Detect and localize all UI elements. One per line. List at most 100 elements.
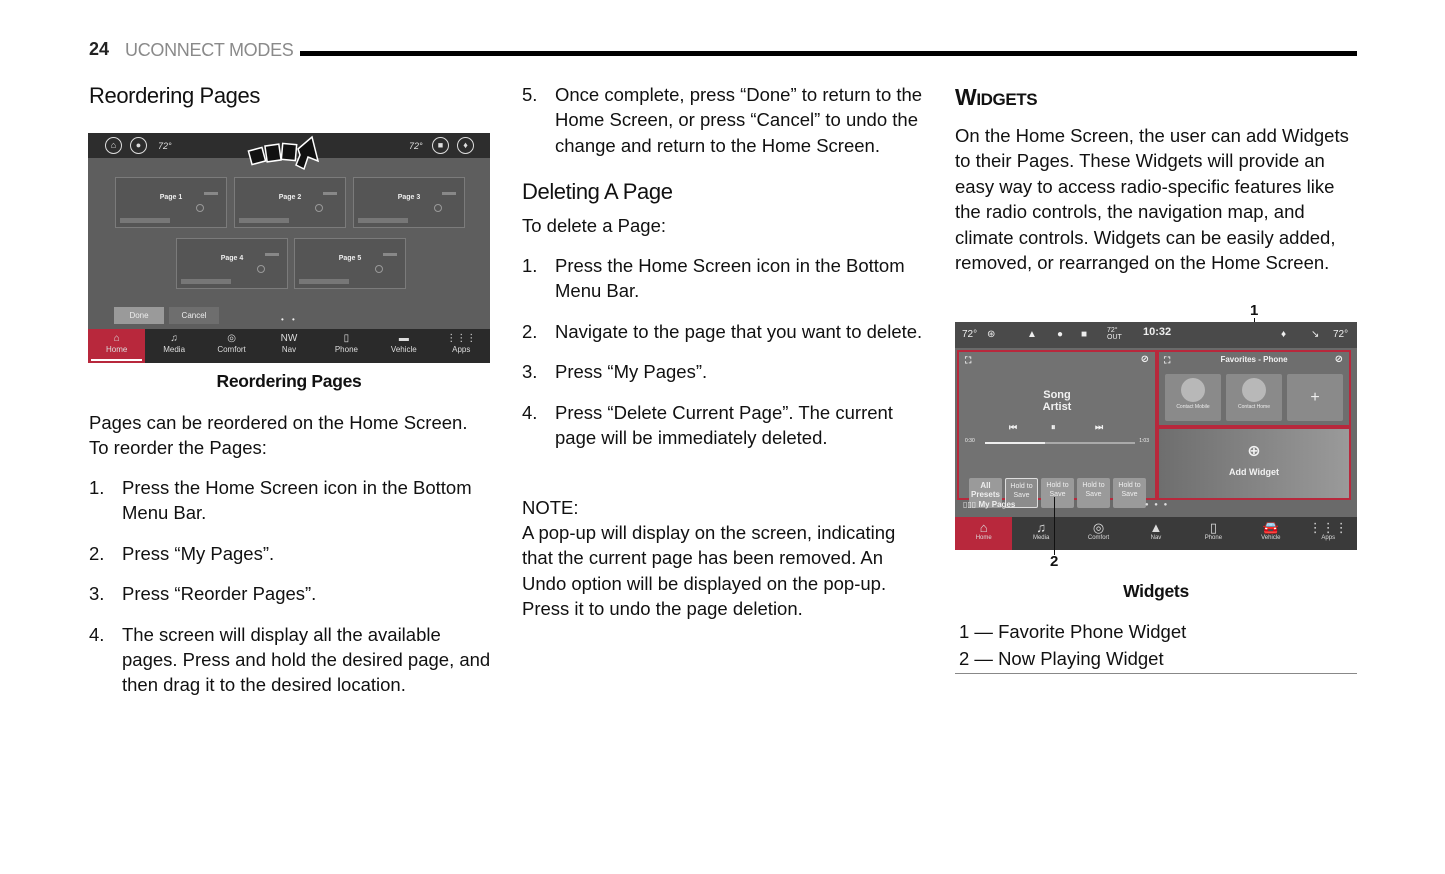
list-item: 1. Press the Home Screen icon in the Bott… xyxy=(89,477,472,524)
list-item: 4. The screen will display all the availa… xyxy=(89,623,491,696)
contact-tile[interactable]: Contact Home xyxy=(1226,374,1282,421)
note-text: A pop-up will display on the screen, ind… xyxy=(522,522,896,620)
temp-left: 72° xyxy=(158,141,172,151)
outside-temp: 72° OUT xyxy=(1107,327,1122,341)
nav-comfort[interactable]: ◎ Comfort xyxy=(203,329,260,363)
artist-name: Artist xyxy=(1042,401,1072,413)
nav-apps[interactable]: ⋮⋮⋮ Apps xyxy=(433,329,490,363)
reorder-intro: Pages can be reordered on the Home Scree… xyxy=(89,412,468,459)
legend-rule xyxy=(955,673,1357,674)
person-icon: ▲ xyxy=(1027,329,1037,340)
nav-media[interactable]: ♫ Media xyxy=(1012,517,1069,550)
navigation-arrow-icon: ▲ xyxy=(1149,520,1163,535)
home-icon: ⌂ xyxy=(113,333,120,344)
reordering-pages-screenshot: ⌂ ● 72° 72° ■ ♦ Page 1 Page 2 Page 3 Pag… xyxy=(88,133,490,363)
list-item: 5. Once complete, press “Done” to return … xyxy=(522,84,923,156)
done-button[interactable]: Done xyxy=(114,307,164,324)
preset-button[interactable]: Hold to Save xyxy=(1113,478,1146,508)
deleting-page-heading: Deleting A Page xyxy=(522,179,673,204)
home-icon: ⌂ xyxy=(105,137,122,154)
status-bar: 72° ⊛ ▲ ● ■ 72° OUT 10:32 ♦ ↘ 72° xyxy=(955,322,1357,348)
list-item: 3. Press “My Pages”. xyxy=(522,361,708,383)
phone-icon: ▯ xyxy=(343,333,350,344)
note-label: NOTE: xyxy=(522,497,579,518)
camera-icon: ■ xyxy=(432,137,449,154)
list-item: 2. Navigate to the page that you want to … xyxy=(522,320,923,342)
vehicle-icon: ▬ xyxy=(398,333,409,344)
expand-icon[interactable]: ⛶ xyxy=(965,355,971,366)
page-thumbnail[interactable]: Page 4 xyxy=(176,238,288,289)
page-thumbnail[interactable]: Page 2 xyxy=(234,177,346,228)
bottom-nav-bar: ⌂ Home ♫ Media ◎ Comfort ▲ Nav ▯ Phone 🚘 Vehic… xyxy=(955,517,1357,550)
camera-icon: ■ xyxy=(1081,329,1088,340)
callout-1: 1 xyxy=(1250,302,1259,319)
add-widget-area[interactable]: ⊕ Add Widget xyxy=(1157,427,1351,500)
preset-button[interactable]: Hold to Save xyxy=(1041,478,1074,508)
pause-icon[interactable]: ⏸ xyxy=(1051,422,1056,433)
page-number: 24 xyxy=(89,39,110,59)
expand-icon[interactable]: ⛶ xyxy=(1164,355,1170,366)
figure-caption: Reordering Pages xyxy=(216,371,362,391)
heated-wheel-icon: ⊛ xyxy=(987,329,996,340)
figure-caption: Widgets xyxy=(1123,581,1189,601)
section-title: UCONNECT MODES xyxy=(125,40,294,60)
time-total: 1:03 xyxy=(1139,438,1149,444)
apps-grid-icon: ⋮⋮⋮ xyxy=(446,333,477,344)
figure-legend: 1 — Favorite Phone Widget 2 — Now Playin… xyxy=(959,618,1186,672)
list-item: 1. Press the Home Screen icon in the Bott… xyxy=(522,255,905,302)
delete-steps: 1. Press the Home Screen icon in the Bott… xyxy=(522,253,927,465)
now-playing-widget[interactable]: ⛶ ⊘ Song Artist ⏮ ⏸ ⏭ 0:30 1:03 All Pres… xyxy=(957,350,1157,508)
compass-icon: NW xyxy=(280,333,298,344)
contact-tile[interactable]: Contact Mobile xyxy=(1165,374,1221,421)
nav-comfort[interactable]: ◎ Comfort xyxy=(1070,517,1127,550)
mic-icon: ♦ xyxy=(457,137,474,154)
nav-media[interactable]: ♫ Media xyxy=(145,329,202,363)
favorite-phone-widget[interactable]: ⛶ Favorites - Phone ⊘ Contact Mobile Con… xyxy=(1157,350,1351,427)
list-item: 2. Press “My Pages”. xyxy=(89,542,275,564)
progress-bar[interactable] xyxy=(985,442,1135,444)
nav-apps[interactable]: ⋮⋮⋮ Apps xyxy=(1300,517,1357,550)
nav-nav[interactable]: ▲ Nav xyxy=(1127,517,1184,550)
nav-home[interactable]: ⌂ Home xyxy=(955,517,1013,550)
comfort-icon: ◎ xyxy=(227,333,236,344)
nav-home[interactable]: ⌂ Home xyxy=(88,329,146,363)
cancel-button[interactable]: Cancel xyxy=(169,307,219,324)
phone-icon: ▯ xyxy=(1209,520,1217,535)
clock: 10:32 xyxy=(1143,326,1172,338)
seat-icon: ↘ xyxy=(1311,329,1320,340)
vehicle-icon: 🚘 xyxy=(1262,520,1279,535)
nav-phone[interactable]: ▯ Phone xyxy=(1185,517,1242,550)
mic-icon: ♦ xyxy=(1281,329,1287,340)
page-indicator: • • xyxy=(281,315,298,324)
delete-intro: To delete a Page: xyxy=(522,215,666,236)
edit-icon[interactable]: ⊘ xyxy=(1141,354,1149,365)
nav-phone[interactable]: ▯ Phone xyxy=(318,329,375,363)
add-favorite-button[interactable]: + xyxy=(1287,374,1343,421)
nav-vehicle[interactable]: ▬ Vehicle xyxy=(375,329,432,363)
add-circle-icon: ⊕ xyxy=(1247,443,1261,460)
callout-2: 2 xyxy=(1050,553,1059,570)
bell-icon: ● xyxy=(1057,329,1064,340)
temp-left: 72° xyxy=(962,329,978,340)
edit-icon[interactable]: ⊘ xyxy=(1335,354,1343,365)
page-thumbnail[interactable]: Page 3 xyxy=(353,177,465,228)
pages-icon: ▯▯▯ xyxy=(963,500,979,509)
temp-right: 72° xyxy=(409,141,423,151)
page-thumbnail[interactable]: Page 5 xyxy=(294,238,406,289)
page-thumbnail[interactable]: Page 1 xyxy=(115,177,227,228)
temp-right: 72° xyxy=(1333,329,1349,340)
next-track-icon[interactable]: ⏭ xyxy=(1095,422,1103,433)
music-note-icon: ♫ xyxy=(170,333,178,344)
widgets-body: On the Home Screen, the user can add Wid… xyxy=(955,125,1349,274)
preset-button[interactable]: Hold to Save xyxy=(1077,478,1110,508)
nav-nav[interactable]: NW Nav xyxy=(260,329,317,363)
callout-2-line xyxy=(1054,497,1055,555)
nav-vehicle[interactable]: 🚘 Vehicle xyxy=(1242,517,1299,550)
previous-track-icon[interactable]: ⏮ xyxy=(1009,422,1017,433)
music-note-icon: ♫ xyxy=(1036,520,1046,535)
comfort-icon: ◎ xyxy=(1092,520,1105,535)
reorder-steps-continued: 5. Once complete, press “Done” to return … xyxy=(522,82,932,173)
my-pages-button[interactable]: ▯▯▯ My Pages xyxy=(963,500,1015,509)
time-elapsed: 0:30 xyxy=(965,438,975,444)
home-icon: ⌂ xyxy=(979,520,988,535)
